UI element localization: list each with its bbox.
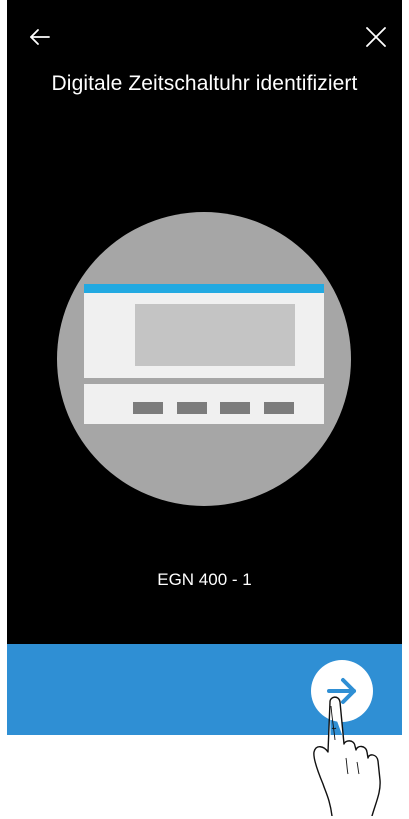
- timer-device-illustration: [57, 212, 351, 506]
- next-button[interactable]: [311, 660, 373, 722]
- page-title: Digitale Zeitschaltuhr identifiziert: [51, 72, 358, 95]
- top-bar: [7, 0, 402, 70]
- close-icon: [366, 27, 386, 47]
- app-screen: Digitale Zeitschaltuhr identifiziert EGN…: [7, 0, 402, 735]
- arrow-left-icon: [30, 29, 50, 45]
- back-button[interactable]: [27, 22, 57, 52]
- close-button[interactable]: [361, 22, 391, 52]
- device-name: EGN 400 - 1: [157, 570, 252, 589]
- arrow-right-icon: [327, 678, 356, 704]
